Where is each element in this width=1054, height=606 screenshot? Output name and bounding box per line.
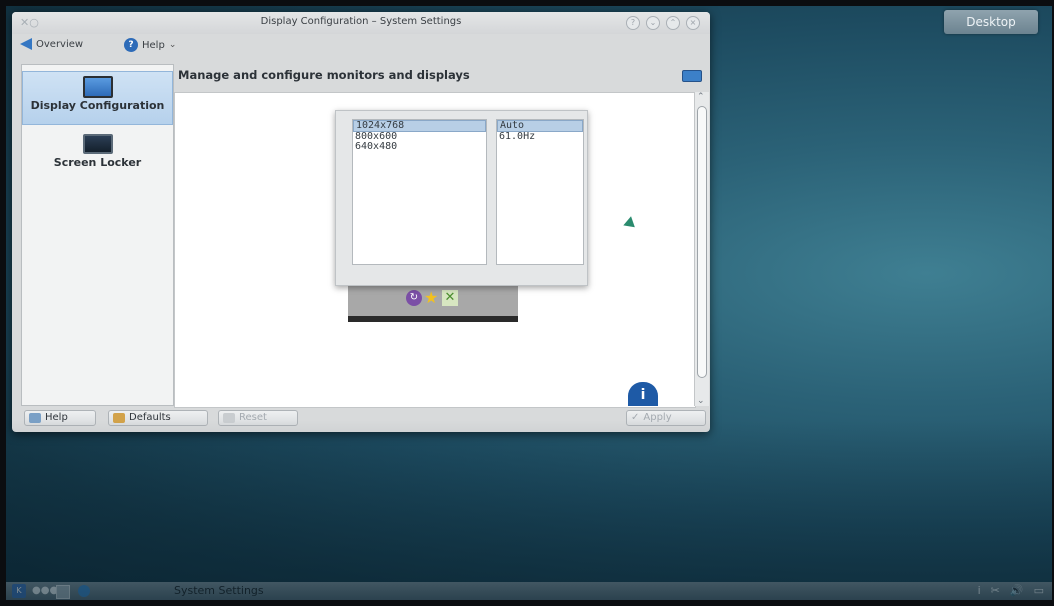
back-arrow-icon — [20, 38, 32, 50]
rotate-icon[interactable]: ↻ — [406, 290, 422, 306]
sidebar-item-label: Display Configuration — [30, 99, 165, 112]
defaults-button-label: Defaults — [129, 412, 171, 423]
web-browser-icon[interactable] — [78, 585, 90, 597]
checkmark-icon: ✓ — [631, 412, 640, 423]
apply-button-label: Apply — [643, 412, 672, 423]
resolution-list[interactable]: 1024x768 800x600 640x480 — [352, 119, 487, 265]
output-identify-icon[interactable] — [682, 70, 702, 82]
dialog-button-bar: Help Defaults Reset ✓ Apply — [12, 406, 710, 430]
help-button-label: Help — [45, 412, 68, 423]
window-close-button[interactable]: × — [686, 16, 700, 30]
apply-button[interactable]: ✓ Apply — [626, 410, 706, 426]
window-minimize-button[interactable]: ⌄ — [646, 16, 660, 30]
defaults-icon — [113, 413, 125, 423]
reset-icon — [223, 413, 235, 423]
toolbar: Overview ? Help ⌄ — [12, 34, 710, 58]
tray-volume-icon[interactable]: 🔊 — [1010, 584, 1024, 597]
tray-clipboard-icon[interactable]: ✂ — [991, 584, 1000, 597]
taskbar: K ●●● System Settings i ✂ 🔊 ▭ — [6, 582, 1052, 600]
desktop-screen: Desktop ✕○ Display Configuration – Syste… — [6, 6, 1052, 600]
application-launcher-icon[interactable]: K — [12, 584, 26, 598]
pager-icon[interactable] — [56, 585, 70, 599]
info-icon[interactable]: i — [628, 382, 658, 406]
scroll-thumb[interactable] — [697, 106, 707, 378]
monitor-icon — [82, 76, 113, 98]
desktop-button[interactable]: Desktop — [944, 10, 1038, 34]
sidebar-item-label: Screen Locker — [53, 156, 142, 169]
screen-locker-icon — [82, 134, 113, 154]
system-tray: i ✂ 🔊 ▭ — [978, 584, 1044, 597]
defaults-button[interactable]: Defaults — [108, 410, 208, 426]
refresh-rate-list[interactable]: Auto 61.0Hz — [496, 119, 584, 265]
list-item[interactable]: 61.0Hz — [497, 132, 583, 142]
primary-star-icon[interactable]: ★ — [424, 290, 440, 306]
sidebar-item-screen-locker[interactable]: Screen Locker — [22, 131, 173, 175]
reset-button[interactable]: Reset — [218, 410, 298, 426]
vertical-scrollbar[interactable]: ⌃ ⌄ — [694, 92, 709, 406]
sidebar-item-display-configuration[interactable]: Display Configuration — [22, 71, 173, 125]
enable-output-icon[interactable]: ✕ — [442, 290, 458, 306]
resolution-popup: 1024x768 800x600 640x480 Auto 61.0Hz — [335, 110, 588, 286]
list-item[interactable]: 640x480 — [353, 142, 486, 152]
overview-label: Overview — [36, 38, 84, 50]
scroll-down-icon[interactable]: ⌄ — [697, 396, 705, 406]
tray-info-icon[interactable]: i — [978, 584, 981, 597]
scroll-up-icon[interactable]: ⌃ — [697, 92, 705, 102]
window-title: Display Configuration – System Settings — [260, 16, 462, 27]
window-titlebar[interactable]: ✕○ Display Configuration – System Settin… — [12, 12, 710, 34]
tray-network-icon[interactable]: ▭ — [1034, 584, 1044, 597]
help-menu-label: Help — [142, 39, 165, 51]
activities-icon[interactable]: ●●● — [32, 585, 58, 596]
window-help-button[interactable]: ? — [626, 16, 640, 30]
page-title: Manage and configure monitors and displa… — [178, 68, 470, 82]
overview-button[interactable]: Overview — [20, 38, 83, 50]
help-icon: ? — [124, 38, 138, 52]
help-menu-button[interactable]: ? Help ⌄ — [124, 38, 176, 52]
help-button[interactable]: Help — [24, 410, 96, 426]
chevron-down-icon: ⌄ — [168, 40, 177, 50]
window-maximize-button[interactable]: ⌃ — [666, 16, 680, 30]
system-settings-window: ✕○ Display Configuration – System Settin… — [12, 12, 710, 432]
reset-button-label: Reset — [239, 412, 267, 423]
taskbar-task-system-settings[interactable]: System Settings — [174, 584, 264, 597]
help-book-icon — [29, 413, 41, 423]
sidebar: Display Configuration Screen Locker — [21, 64, 174, 406]
